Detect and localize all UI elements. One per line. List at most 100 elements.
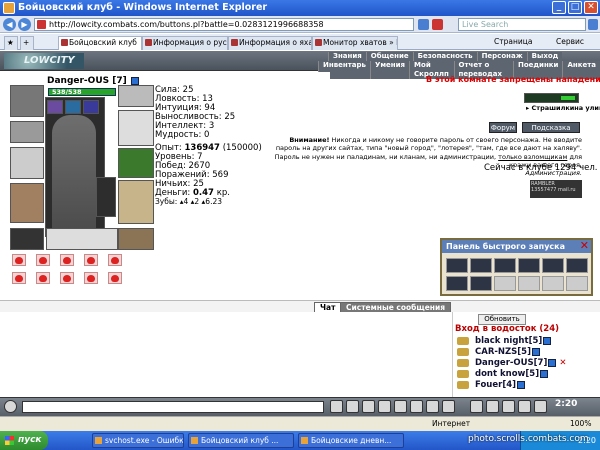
belt-slot[interactable] — [10, 228, 44, 250]
tab-info-rusal[interactable]: Информация о русал... — [142, 36, 228, 50]
heart-icon[interactable] — [36, 272, 50, 284]
task-svchost[interactable]: svchost.exe - Ошибк... — [92, 433, 184, 448]
quick-slot[interactable] — [542, 276, 564, 291]
stop-icon[interactable] — [432, 19, 443, 30]
heart-icon[interactable] — [60, 254, 74, 266]
zoom-level[interactable]: 100% — [570, 417, 591, 431]
quick-slot[interactable] — [446, 258, 468, 273]
player-name[interactable]: black night — [475, 336, 529, 346]
quick-slot[interactable] — [566, 276, 588, 291]
location-map[interactable] — [524, 93, 579, 103]
tool-icon[interactable] — [426, 400, 439, 413]
close-button[interactable]: ✕ — [584, 1, 598, 14]
start-button[interactable]: пуск — [0, 431, 48, 450]
heart-icon[interactable] — [60, 272, 74, 284]
refresh-icon[interactable] — [418, 19, 429, 30]
quick-slot[interactable] — [446, 276, 468, 291]
location-name[interactable]: ▸ Страшилкина улица — [526, 104, 600, 112]
heart-icon[interactable] — [84, 272, 98, 284]
tool-icon[interactable] — [486, 400, 499, 413]
nav-skills[interactable]: Умения — [369, 61, 410, 79]
tool-icon[interactable] — [534, 400, 547, 413]
shield-slot[interactable] — [118, 148, 154, 178]
player-name[interactable]: Danger-OUS — [475, 358, 534, 368]
tool-icon[interactable] — [378, 400, 391, 413]
quick-slot[interactable] — [566, 258, 588, 273]
heart-icon[interactable] — [84, 254, 98, 266]
player-row[interactable]: black night[5] — [457, 336, 552, 346]
tool-icon[interactable] — [394, 400, 407, 413]
player-row[interactable]: dont know[5] — [457, 369, 549, 379]
info-icon[interactable] — [130, 76, 139, 85]
offhand-slot[interactable] — [96, 177, 116, 217]
close-icon[interactable]: ✕ — [580, 239, 589, 252]
nav-security[interactable]: Безопасность — [412, 52, 477, 61]
hint-button[interactable]: Подсказка — [522, 122, 580, 133]
task-fight-club[interactable]: Бойцовский клуб ... — [188, 433, 294, 448]
item-slot-3[interactable] — [83, 100, 99, 114]
info-icon[interactable] — [517, 380, 525, 389]
chat-log[interactable] — [0, 312, 452, 397]
player-row[interactable]: Fouer[4] — [457, 380, 525, 390]
search-input[interactable]: Live Search — [458, 18, 586, 31]
info-icon[interactable] — [531, 347, 540, 356]
player-row[interactable]: CAR-NZS[5] — [457, 347, 540, 357]
private-icon[interactable] — [457, 336, 469, 345]
maximize-button[interactable]: □ — [568, 1, 582, 14]
nav-communication[interactable]: Общение — [365, 52, 413, 61]
quick-slot[interactable] — [518, 276, 540, 291]
tool-icon[interactable] — [442, 400, 455, 413]
quick-slot[interactable] — [494, 276, 516, 291]
nav-exit[interactable]: Выход — [526, 52, 563, 61]
quick-slot[interactable] — [494, 258, 516, 273]
notice-link[interactable]: только взломщикам — [498, 153, 567, 161]
player-name[interactable]: Fouer — [475, 380, 502, 390]
page-menu[interactable]: Страница — [494, 36, 532, 48]
player-row[interactable]: Danger-OUS[7] ✕ — [457, 358, 566, 368]
amulet-slot[interactable] — [118, 110, 154, 146]
tool-icon[interactable] — [362, 400, 375, 413]
private-icon[interactable] — [457, 369, 469, 378]
quick-slot[interactable] — [470, 276, 492, 291]
gloves-rings-slot[interactable] — [46, 228, 118, 250]
tab-monitor[interactable]: Монитор хватов » К... — [312, 36, 398, 50]
boots-slot[interactable] — [118, 228, 154, 250]
forward-icon[interactable]: ▶ — [18, 18, 31, 31]
tools-menu[interactable]: Сервис — [556, 36, 584, 48]
bracers-slot[interactable] — [10, 121, 44, 143]
private-icon[interactable] — [457, 347, 469, 356]
player-name[interactable]: CAR-NZS — [475, 347, 517, 357]
tool-icon[interactable] — [502, 400, 515, 413]
info-icon[interactable] — [543, 336, 552, 345]
heart-icon[interactable] — [12, 254, 26, 266]
favorites-star-icon[interactable]: ★ — [4, 36, 18, 50]
back-icon[interactable]: ◀ — [3, 18, 16, 31]
armor-slot[interactable] — [10, 183, 44, 223]
tool-icon[interactable] — [410, 400, 423, 413]
chat-input[interactable] — [22, 401, 324, 413]
info-icon[interactable] — [540, 369, 549, 378]
earrings-slot[interactable] — [118, 85, 154, 107]
heart-icon[interactable] — [108, 254, 122, 266]
url-input[interactable]: http://lowcity.combats.com/buttons.pl?ba… — [34, 18, 414, 31]
player-name[interactable]: dont know — [475, 369, 525, 379]
forum-button[interactable]: Форум — [489, 122, 517, 133]
tab-info-yakhan[interactable]: Информация о яхан... — [228, 36, 312, 50]
quick-slot[interactable] — [470, 258, 492, 273]
nav-knowledge[interactable]: Знания — [328, 52, 366, 61]
heart-icon[interactable] — [12, 272, 26, 284]
heart-icon[interactable] — [36, 254, 50, 266]
item-slot-1[interactable] — [47, 100, 63, 114]
item-slot-2[interactable] — [65, 100, 81, 114]
quick-slot[interactable] — [518, 258, 540, 273]
helmet-slot[interactable] — [10, 85, 44, 117]
send-icon[interactable] — [330, 400, 343, 413]
minimize-button[interactable]: _ — [552, 1, 566, 14]
tool-icon[interactable] — [518, 400, 531, 413]
heart-icon[interactable] — [108, 272, 122, 284]
tool-icon[interactable] — [470, 400, 483, 413]
tool-icon[interactable] — [346, 400, 359, 413]
quick-slot[interactable] — [542, 258, 564, 273]
task-diaries[interactable]: Бойцовские дневн... — [298, 433, 404, 448]
private-icon[interactable] — [457, 358, 469, 367]
